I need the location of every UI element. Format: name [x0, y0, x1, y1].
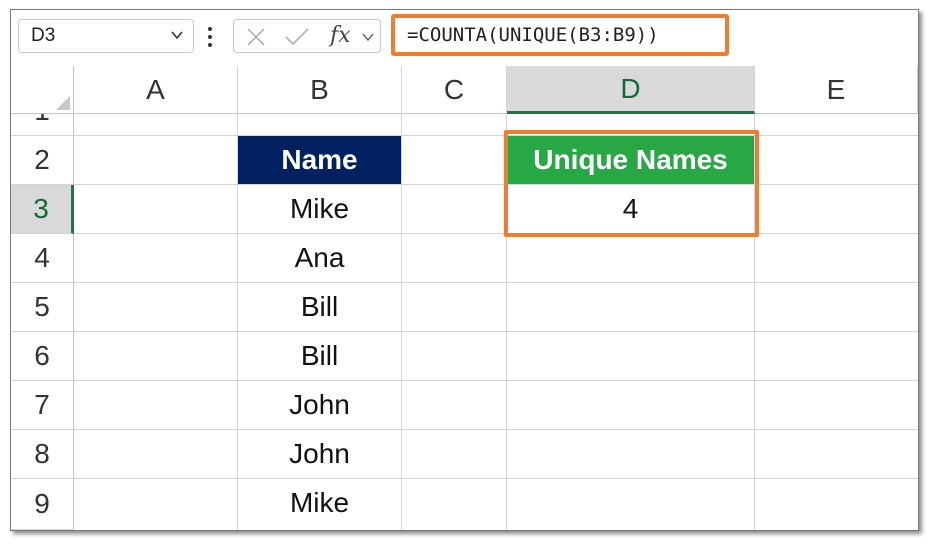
formula-text: =COUNTA(UNIQUE(B3:B9)) — [407, 24, 659, 46]
cell-b4[interactable]: Ana — [238, 234, 401, 282]
cell-b9[interactable]: Mike — [238, 479, 401, 527]
row-header-6[interactable]: 6 — [11, 332, 74, 381]
name-box-value: D3 — [31, 25, 56, 46]
row-header-7[interactable]: 7 — [11, 381, 74, 430]
gridline — [74, 380, 918, 381]
column-header-c[interactable]: C — [402, 66, 507, 114]
row-header-8[interactable]: 8 — [11, 430, 74, 479]
column-header-a[interactable]: A — [74, 66, 238, 114]
cell-b3[interactable]: Mike — [238, 185, 401, 233]
expand-chevron-icon[interactable] — [362, 31, 374, 43]
excel-window: D3 fx =COUNTA(UNIQUE(B3:B9)) A B C D E 2… — [10, 9, 919, 531]
enter-check-icon[interactable] — [284, 27, 310, 47]
cancel-icon[interactable] — [246, 27, 266, 47]
gridline — [74, 135, 918, 136]
gridline — [74, 282, 918, 283]
gridline — [74, 429, 918, 430]
gridline — [401, 114, 402, 530]
row-header-1[interactable]: 1 — [11, 114, 74, 136]
insert-function-icon[interactable]: fx — [330, 23, 351, 48]
gridline — [74, 478, 918, 479]
column-header-d[interactable]: D — [507, 66, 755, 114]
cell-b6[interactable]: Bill — [238, 332, 401, 380]
gridline — [74, 331, 918, 332]
column-header-e[interactable]: E — [755, 66, 918, 114]
row-header-4[interactable]: 4 — [11, 234, 74, 283]
highlight-box — [504, 130, 759, 237]
row-header-3[interactable]: 3 — [11, 185, 74, 234]
select-all-triangle-icon — [56, 96, 70, 110]
name-box[interactable]: D3 — [18, 19, 194, 53]
row-header-5[interactable]: 5 — [11, 283, 74, 332]
more-options-icon[interactable] — [207, 26, 213, 48]
formula-buttons: fx — [233, 19, 381, 53]
select-all-corner[interactable] — [11, 66, 74, 114]
gridline — [74, 233, 918, 234]
row-header-9[interactable]: 9 — [11, 479, 74, 530]
formula-input[interactable]: =COUNTA(UNIQUE(B3:B9)) — [391, 14, 729, 56]
row-header-2[interactable]: 2 — [11, 136, 74, 185]
cell-b7[interactable]: John — [238, 381, 401, 429]
cell-b8[interactable]: John — [238, 430, 401, 478]
cell-b5[interactable]: Bill — [238, 283, 401, 331]
column-header-b[interactable]: B — [238, 66, 402, 114]
formula-bar-row: D3 fx =COUNTA(UNIQUE(B3:B9)) — [11, 10, 918, 66]
gridline — [74, 184, 918, 185]
chevron-down-icon[interactable] — [171, 29, 183, 41]
cell-b2-name-header[interactable]: Name — [238, 136, 401, 184]
